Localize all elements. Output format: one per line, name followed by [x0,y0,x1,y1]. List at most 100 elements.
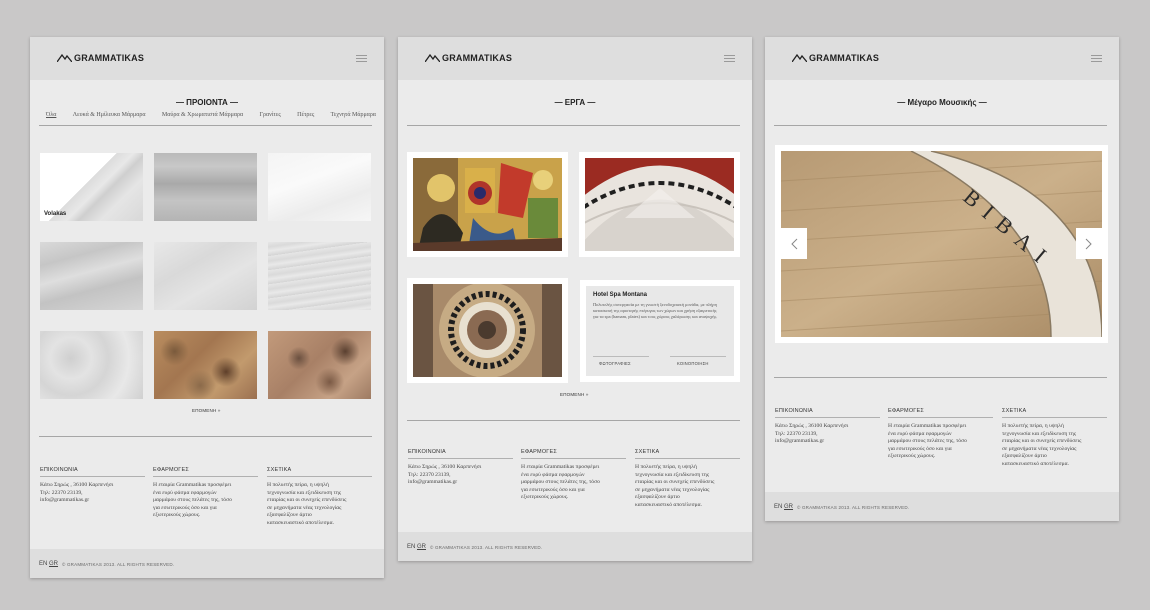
project-card[interactable] [579,152,740,257]
project-info-card: Hotel Spa Montana Πολυτελής συνεργασία μ… [580,280,740,382]
slider-image: ΒΙΒΛΙ [781,151,1102,337]
footer-contact-heading: ΕΠΙΚΟΙΝΩΝΙΑ [408,449,513,459]
footer-applications: ΕΦΑΡΜΟΓΕΣ Η εταιρία Grammatikas προσφέρε… [153,467,258,520]
chevron-right-icon [1085,238,1092,249]
product-tile[interactable] [154,331,257,399]
image-slider: ΒΙΒΛΙ [775,145,1108,343]
slider-prev-button[interactable] [781,228,807,259]
language-switch: EN GR [774,504,793,510]
next-page-link[interactable]: ΕΠΟΜΕΝΗ » [192,408,221,413]
lang-gr[interactable]: GR [417,544,426,550]
hamburger-menu-icon[interactable] [724,55,735,63]
hamburger-menu-icon[interactable] [1091,55,1102,63]
bottom-bar: EN GR © GRAMMATIKAS 2013. ALL RIGHTS RES… [398,532,752,561]
divider [593,356,649,357]
footer-applications: ΕΦΑΡΜΟΓΕΣ Η εταιρία Grammatikas προσφέρε… [521,449,626,502]
product-tile-caption: Volakas [44,211,67,217]
divider [39,125,372,126]
tab-white-marbles[interactable]: Λευκά & Ημίλευκα Μάρμαρα [73,112,146,118]
product-tile[interactable] [40,242,143,310]
footer-contact-text: Κάτω Σηρώς , 36100 Καρπενήσι Τηλ: 22370 … [408,464,482,486]
tab-stones[interactable]: Πέτρες [297,112,314,118]
photos-link[interactable]: ΦΩΤΟΓΡΑΦΙΕΣ [599,361,631,366]
footer-contact: ΕΠΙΚΟΙΝΩΝΙΑ Κάτω Σηρώς , 36100 Καρπενήσι… [408,449,513,487]
divider [39,436,372,437]
project-image [413,284,562,377]
header: GRAMMATIKAS [398,37,752,80]
logo[interactable]: GRAMMATIKAS [57,53,144,63]
mountain-logo-icon [425,54,440,62]
project-image [585,158,734,251]
bottom-bar: EN GR © GRAMMATIKAS 2013. ALL RIGHTS RES… [30,549,384,578]
tab-artificial-marbles[interactable]: Τεχνητά Μάρμαρα [331,112,376,118]
logo-text: GRAMMATIKAS [74,53,145,63]
project-card[interactable] [407,152,568,257]
footer-contact-heading: ΕΠΙΚΟΙΝΩΝΙΑ [40,467,145,477]
footer-about-text: Η πολυετής πείρα, η υψηλή τεχνογνωσία κα… [635,464,715,508]
footer-about: ΣΧΕΤΙΚΑ Η πολυετής πείρα, η υψηλή τεχνογ… [1002,408,1107,469]
project-image [413,158,562,251]
footer-about: ΣΧΕΤΙΚΑ Η πολυετής πείρα, η υψηλή τεχνογ… [267,467,372,528]
project-description: Πολυτελής συνεργασία με τη γνωστή ξενοδο… [593,302,718,319]
section-title: — ΕΡΓΑ — [554,98,596,107]
footer-applications-heading: ΕΦΑΡΜΟΓΕΣ [153,467,258,477]
lang-en[interactable]: EN [39,561,47,567]
chevron-left-icon [791,238,798,249]
footer-about-heading: ΣΧΕΤΙΚΑ [267,467,372,477]
slider-next-button[interactable] [1076,228,1102,259]
lang-en[interactable]: EN [774,504,782,510]
footer-about: ΣΧΕΤΙΚΑ Η πολυετής πείρα, η υψηλή τεχνογ… [635,449,740,510]
product-tile[interactable] [154,242,257,310]
product-tile[interactable] [154,153,257,221]
bottom-bar: EN GR © GRAMMATIKAS 2013. ALL RIGHTS RES… [765,492,1119,521]
logo-text: GRAMMATIKAS [809,53,880,63]
footer-applications-text: Η εταιρία Grammatikas προσφέρει ένα ευρύ… [521,464,600,501]
product-tile[interactable] [268,242,371,310]
header: GRAMMATIKAS [30,37,384,80]
divider [407,420,740,421]
footer-applications: ΕΦΑΡΜΟΓΕΣ Η εταιρία Grammatikas προσφέρε… [888,408,993,461]
lang-en[interactable]: EN [407,544,415,550]
footer-applications-heading: ΕΦΑΡΜΟΓΕΣ [521,449,626,459]
language-switch: EN GR [407,544,426,550]
logo-text: GRAMMATIKAS [442,53,513,63]
language-switch: EN GR [39,561,58,567]
product-tile[interactable] [268,331,371,399]
divider [407,125,740,126]
footer-contact: ΕΠΙΚΟΙΝΩΝΙΑ Κάτω Σηρώς , 36100 Καρπενήσι… [775,408,880,446]
copyright: © GRAMMATIKAS 2013. ALL RIGHTS RESERVED. [62,562,175,567]
lang-gr[interactable]: GR [784,504,793,510]
tab-all[interactable]: Όλα [46,112,56,118]
divider [774,377,1107,378]
product-tile[interactable] [40,331,143,399]
footer-contact-text: Κάτω Σηρώς , 36100 Καρπενήσι Τηλ: 22370 … [40,482,114,504]
logo[interactable]: GRAMMATIKAS [792,53,879,63]
copyright: © GRAMMATIKAS 2013. ALL RIGHTS RESERVED. [797,505,910,510]
products-page: GRAMMATIKAS — ΠΡΟΙΟΝΤΑ — Όλα Λευκά & Ημί… [30,37,384,578]
logo[interactable]: GRAMMATIKAS [425,53,512,63]
divider [774,125,1107,126]
footer-contact-heading: ΕΠΙΚΟΙΝΩΝΙΑ [775,408,880,418]
mountain-logo-icon [792,54,807,62]
hamburger-menu-icon[interactable] [356,55,367,63]
project-card[interactable] [407,278,568,383]
footer-about-text: Η πολυετής πείρα, η υψηλή τεχνογνωσία κα… [1002,423,1082,467]
footer-contact-text: Κάτω Σηρώς , 36100 Καρπενήσι Τηλ: 22370 … [775,423,849,445]
product-tile[interactable] [268,153,371,221]
tab-granites[interactable]: Γρανίτες [259,112,280,118]
next-page-link[interactable]: ΕΠΟΜΕΝΗ » [560,392,589,397]
copyright: © GRAMMATIKAS 2013. ALL RIGHTS RESERVED. [430,545,543,550]
category-tabs: Όλα Λευκά & Ημίλευκα Μάρμαρα Μαύρα & Χρω… [46,112,376,118]
lang-gr[interactable]: GR [49,561,58,567]
share-link[interactable]: ΚΟΙΝΟΠΟΙΗΣΗ [677,361,709,366]
tab-black-colored-marbles[interactable]: Μαύρα & Χρωματιστά Μάρμαρα [162,112,243,118]
divider [670,356,726,357]
header: GRAMMATIKAS [765,37,1119,80]
section-title: — Μέγαρο Μουσικής — [897,98,987,107]
mountain-logo-icon [57,54,72,62]
projects-page: GRAMMATIKAS — ΕΡΓΑ — Hotel Spa Montana Π… [398,37,752,561]
footer-applications-text: Η εταιρία Grammatikas προσφέρει ένα ευρύ… [153,482,232,519]
footer-applications-text: Η εταιρία Grammatikas προσφέρει ένα ευρύ… [888,423,967,460]
product-tile-volakas[interactable]: Volakas [40,153,143,221]
project-detail-page: GRAMMATIKAS — Μέγαρο Μουσικής — ΒΙΒΛΙ ΕΠ… [765,37,1119,521]
